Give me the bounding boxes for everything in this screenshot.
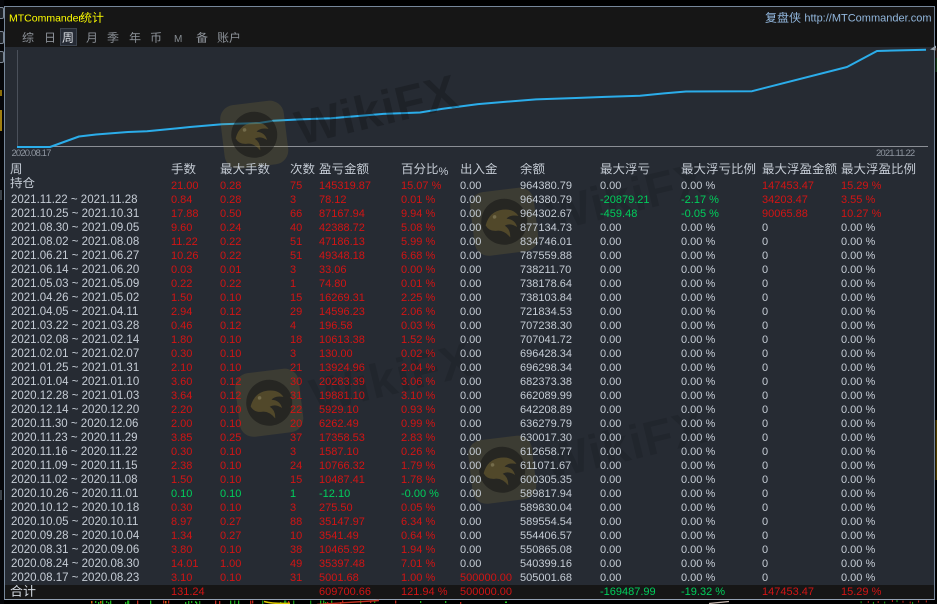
svg-text:WikiFX: WikiFX	[290, 66, 463, 156]
